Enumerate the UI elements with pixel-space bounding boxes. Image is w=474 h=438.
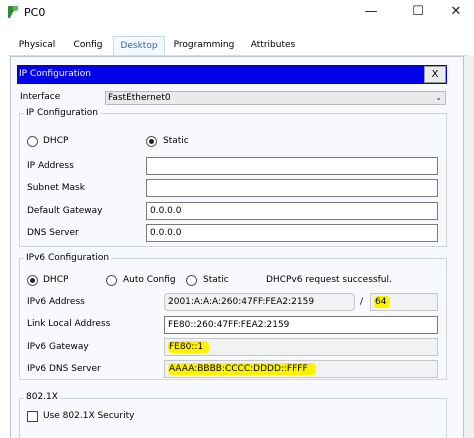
dot1x-group-title: 802.1X: [24, 392, 60, 402]
ipv6-dhcp-label: DHCP: [43, 275, 69, 285]
app-icon: [8, 6, 18, 18]
ipv6-address-label: IPv6 Address: [27, 297, 85, 307]
scrollbar[interactable]: [464, 56, 474, 438]
ipv4-static-radio[interactable]: [146, 136, 157, 147]
ipv6-static-label: Static: [203, 275, 229, 285]
ipv4-static-label: Static: [163, 136, 189, 146]
close-window-button[interactable]: ✕: [442, 2, 470, 22]
ipv6-auto-config-label: Auto Config: [123, 275, 176, 285]
ipv4-group-title: IP Configuration: [24, 108, 100, 118]
dns-server-label: DNS Server: [27, 228, 79, 238]
ip-address-field[interactable]: [146, 157, 438, 175]
dhcpv6-status-text: DHCPv6 request successful.: [266, 275, 392, 285]
dns-server-field[interactable]: 0.0.0.0: [146, 224, 438, 242]
tab-physical[interactable]: Physical: [14, 36, 60, 55]
ipv6-auto-config-radio[interactable]: [106, 275, 117, 286]
link-local-address-field[interactable]: FE80::260:47FF:FEA2:2159: [164, 316, 438, 334]
ip-address-label: IP Address: [27, 161, 74, 171]
window-title: PC0: [24, 6, 46, 19]
ip-configuration-header: IP Configuration: [17, 65, 447, 84]
subnet-mask-field[interactable]: [146, 179, 438, 197]
ipv6-dhcp-radio[interactable]: [27, 275, 38, 286]
ipv6-gateway-value: FE80::1: [168, 341, 210, 353]
interface-select-value: FastEthernet0: [108, 93, 171, 103]
minimize-button[interactable]: —: [357, 2, 385, 22]
tab-programming[interactable]: Programming: [172, 36, 236, 55]
ipv6-static-radio[interactable]: [186, 275, 197, 286]
ipv6-prefix-value: 64: [374, 296, 391, 308]
link-local-address-label: Link Local Address: [27, 319, 111, 329]
ipv6-group-title: IPv6 Configuration: [24, 253, 112, 263]
prefix-slash: /: [360, 297, 364, 307]
use-8021x-checkbox[interactable]: [27, 411, 38, 422]
interface-label: Interface: [20, 92, 61, 102]
default-gateway-label: Default Gateway: [27, 206, 103, 216]
ipv6-dns-server-label: IPv6 DNS Server: [27, 364, 101, 374]
ipv6-dns-server-value: AAAA:BBBB:CCCC:DDDD::FFFF: [168, 363, 316, 375]
ipv6-gateway-label: IPv6 Gateway: [27, 342, 89, 352]
ipv6-address-field[interactable]: 2001:A:A:A:260:47FF:FEA2:2159: [164, 293, 355, 311]
maximize-button[interactable]: ☐: [404, 2, 432, 22]
ipv6-gateway-field[interactable]: FE80::1: [164, 338, 438, 356]
tab-config[interactable]: Config: [68, 36, 108, 55]
close-ip-config-button[interactable]: X: [424, 66, 446, 83]
title-bar: PC0 — ☐ ✕: [0, 0, 474, 26]
ipv6-dns-server-field[interactable]: AAAA:BBBB:CCCC:DDDD::FFFF: [164, 360, 438, 378]
tab-desktop[interactable]: Desktop: [113, 36, 165, 57]
default-gateway-field[interactable]: 0.0.0.0: [146, 202, 438, 220]
subnet-mask-label: Subnet Mask: [27, 183, 85, 193]
interface-select[interactable]: FastEthernet0 ⌄: [105, 91, 446, 105]
ipv6-prefix-field[interactable]: 64: [370, 293, 438, 311]
ipv4-dhcp-label: DHCP: [43, 136, 69, 146]
ipv4-dhcp-radio[interactable]: [27, 136, 38, 147]
tab-attributes[interactable]: Attributes: [245, 36, 301, 55]
chevron-down-icon: ⌄: [435, 93, 442, 102]
use-8021x-label: Use 802.1X Security: [43, 411, 135, 421]
